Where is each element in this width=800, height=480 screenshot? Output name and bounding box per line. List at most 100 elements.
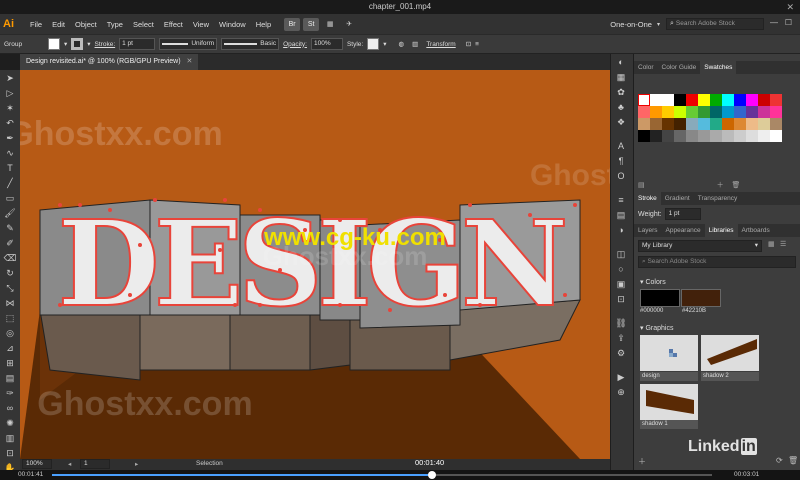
opentype-panel-icon[interactable]: O <box>614 169 628 183</box>
swatch[interactable] <box>722 130 734 142</box>
swatch[interactable] <box>650 106 662 118</box>
swatch[interactable] <box>698 130 710 142</box>
curvature-tool-icon[interactable]: ∿ <box>3 146 17 160</box>
perspective-grid-tool-icon[interactable]: ⊿ <box>3 341 17 355</box>
properties-panel-icon[interactable]: ⚙ <box>614 346 628 360</box>
swatch[interactable] <box>746 106 758 118</box>
menu-icon[interactable]: ≡ <box>475 41 479 48</box>
colors-section-header[interactable]: ▾ Colors <box>640 278 666 286</box>
swatch-libraries-icon[interactable]: ▤ <box>638 182 645 189</box>
graphic-tile-design[interactable] <box>640 335 698 371</box>
stroke-weight-field[interactable]: 1 pt <box>119 38 156 50</box>
tab-artboards[interactable]: Artboards <box>738 224 774 237</box>
isolate-group-icon[interactable]: ⊡ <box>466 40 471 48</box>
swatch[interactable] <box>686 118 698 130</box>
brushes-panel-icon[interactable]: ✿ <box>614 85 628 99</box>
add-content-icon[interactable]: ＋ <box>638 457 646 466</box>
tab-layers[interactable]: Layers <box>634 224 662 237</box>
swatch[interactable] <box>734 106 746 118</box>
chevron-down-icon[interactable]: ▾ <box>64 40 67 48</box>
menu-select[interactable]: Select <box>128 20 159 29</box>
library-search-field[interactable]: ⌕ Search Adobe Stock <box>638 256 796 268</box>
scale-tool-icon[interactable]: ⤡ <box>3 281 17 295</box>
direct-selection-tool-icon[interactable]: ▷ <box>3 86 17 100</box>
appearance-panel-icon[interactable]: ○ <box>614 262 628 276</box>
swatch[interactable] <box>698 118 710 130</box>
menu-edit[interactable]: Edit <box>47 20 70 29</box>
swatch[interactable] <box>674 106 686 118</box>
pencil-tool-icon[interactable]: ✎ <box>3 221 17 235</box>
zoom-field[interactable]: 100% <box>22 459 52 469</box>
swatch[interactable] <box>770 130 782 142</box>
swatch[interactable] <box>758 94 770 106</box>
library-color-black[interactable] <box>640 289 680 307</box>
swatch[interactable] <box>674 130 686 142</box>
previous-artboard-icon[interactable]: ◂ <box>68 460 71 468</box>
magic-wand-tool-icon[interactable]: ✶ <box>3 101 17 115</box>
swatch[interactable] <box>662 94 674 106</box>
swatch[interactable] <box>746 118 758 130</box>
graphics-section-header[interactable]: ▾ Graphics <box>640 324 673 332</box>
actions-panel-icon[interactable]: ▶ <box>614 370 628 384</box>
swatch[interactable] <box>686 130 698 142</box>
close-icon[interactable]: ✕ <box>187 58 193 65</box>
swatch[interactable] <box>650 130 662 142</box>
swatch[interactable] <box>638 118 650 130</box>
swatch[interactable] <box>710 106 722 118</box>
gpu-performance-icon[interactable]: ✈ <box>341 18 357 31</box>
artboard-tool-icon[interactable]: ⊡ <box>3 446 17 460</box>
tab-stroke[interactable]: Stroke <box>634 192 661 205</box>
swatch[interactable] <box>722 94 734 106</box>
maximize-icon[interactable]: ☐ <box>785 18 792 27</box>
swatch[interactable] <box>710 118 722 130</box>
swatch[interactable] <box>770 118 782 130</box>
chevron-down-icon[interactable]: ▾ <box>383 40 386 48</box>
mesh-tool-icon[interactable]: ⊞ <box>3 356 17 370</box>
graphic-tile-shadow-2[interactable] <box>701 335 759 371</box>
swatch[interactable] <box>710 94 722 106</box>
tab-swatches[interactable]: Swatches <box>700 61 737 74</box>
delete-icon[interactable]: 🗑 <box>788 456 798 465</box>
bridge-button[interactable]: Br <box>284 17 301 31</box>
swatch[interactable] <box>770 94 782 106</box>
window-close-icon[interactable]: ✕ <box>786 0 794 14</box>
swatch[interactable] <box>698 106 710 118</box>
swatch[interactable] <box>746 94 758 106</box>
progress-track[interactable] <box>52 474 712 476</box>
rotate-tool-icon[interactable]: ↻ <box>3 266 17 280</box>
graphic-style-swatch[interactable] <box>367 38 380 50</box>
swatch[interactable] <box>758 130 770 142</box>
delete-icon[interactable]: 🗑 <box>732 182 741 189</box>
swatch[interactable] <box>638 106 650 118</box>
swatch[interactable] <box>722 106 734 118</box>
chevron-down-icon[interactable]: ▾ <box>87 40 90 48</box>
fill-swatch[interactable] <box>48 38 60 50</box>
tab-gradient[interactable]: Gradient <box>661 192 694 205</box>
type-tool-icon[interactable]: T <box>3 161 17 175</box>
new-swatch-icon[interactable]: ＋ <box>717 182 724 189</box>
sync-icon[interactable]: ⟳ <box>776 456 783 465</box>
swatch[interactable] <box>698 94 710 106</box>
stroke-panel-icon[interactable]: ≡ <box>614 193 628 207</box>
character-panel-icon[interactable]: A <box>614 139 628 153</box>
blend-tool-icon[interactable]: ∞ <box>3 401 17 415</box>
transparency-panel-icon[interactable]: ◑ <box>614 223 628 237</box>
stroke-swatch[interactable] <box>71 38 84 50</box>
document-tab[interactable]: Design revisited.ai* @ 100% (RGB/GPU Pre… <box>20 54 199 70</box>
menu-type[interactable]: Type <box>102 20 128 29</box>
selection-tool-icon[interactable]: ➤ <box>3 71 17 85</box>
transform-link[interactable]: Transform <box>426 41 455 48</box>
stock-button[interactable]: St <box>303 17 320 31</box>
swatch[interactable] <box>686 106 698 118</box>
symbol-sprayer-tool-icon[interactable]: ✺ <box>3 416 17 430</box>
library-color-brown[interactable] <box>681 289 721 307</box>
variable-width-profile[interactable]: Uniform <box>159 38 218 50</box>
gradient-tool-icon[interactable]: ▤ <box>3 371 17 385</box>
artboard-field[interactable]: 1 <box>80 459 110 469</box>
menu-view[interactable]: View <box>188 20 214 29</box>
pen-tool-icon[interactable]: ✒ <box>3 131 17 145</box>
stroke-label[interactable]: Stroke: <box>95 41 116 48</box>
library-select[interactable]: My Library ▾ <box>638 240 762 252</box>
menu-file[interactable]: File <box>25 20 47 29</box>
layers-panel-icon[interactable]: ◫ <box>614 247 628 261</box>
